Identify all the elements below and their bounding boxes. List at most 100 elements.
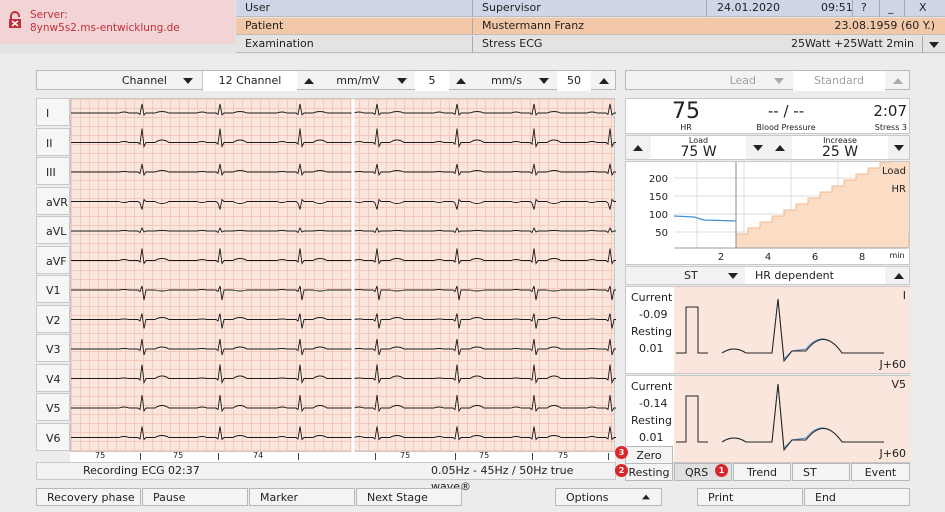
chevron-up-icon — [304, 78, 314, 84]
lead-button-avl[interactable]: aVL — [36, 216, 70, 244]
user-label: User — [245, 1, 271, 14]
mmmv-up-button[interactable] — [451, 71, 471, 91]
lead-button-v5[interactable]: V5 — [36, 393, 70, 421]
ecg-trace-v4 — [71, 364, 616, 385]
mmmv-down-button[interactable] — [392, 71, 412, 91]
beat-marker — [375, 453, 376, 460]
beat-marker — [532, 453, 533, 460]
bp-value: -- / -- — [767, 102, 805, 120]
mms-down-button[interactable] — [534, 71, 554, 91]
patient-name: Mustermann Franz — [472, 18, 772, 35]
hr-tick-label: 75 — [558, 451, 569, 460]
ecg-trace-iii — [71, 163, 616, 177]
lead-button-v4[interactable]: V4 — [36, 363, 70, 392]
minimize-button[interactable]: _ — [879, 0, 904, 17]
beat-marker — [298, 453, 299, 460]
chevron-down-icon — [774, 78, 784, 84]
lead-button-avr[interactable]: aVR — [36, 186, 70, 215]
st-down-button[interactable] — [723, 267, 743, 284]
patient-row: Patient Mustermann Franz 23.08.1959 (60 … — [236, 18, 945, 35]
load-down-button[interactable] — [747, 136, 769, 159]
lead-button-v1[interactable]: V1 — [36, 275, 70, 303]
mmmv-value[interactable]: 5 — [415, 71, 449, 91]
lead-button-avf[interactable]: aVF — [36, 245, 70, 274]
tab-resting[interactable]: Resting — [625, 463, 673, 481]
mmmv-label: mm/mV — [336, 74, 380, 87]
lead-down-button[interactable] — [769, 71, 789, 91]
tab-event[interactable]: Event — [851, 463, 910, 481]
user-value: Supervisor — [472, 0, 706, 17]
st-current-complex — [721, 383, 884, 452]
tab-st[interactable]: ST — [792, 463, 850, 481]
st-point: J+60 — [879, 358, 906, 371]
next-stage-button[interactable]: Next Stage — [356, 488, 462, 506]
lead-button-v2[interactable]: V2 — [36, 304, 70, 333]
chevron-up-icon — [456, 78, 466, 84]
channel-value[interactable]: 12 Channel — [202, 71, 297, 91]
chevron-down-icon — [183, 78, 193, 84]
server-host: 8ynw5s2.ms-entwicklung.de — [30, 22, 180, 34]
pause-button[interactable]: Pause — [142, 488, 248, 506]
trend-legend-load: Load — [882, 166, 906, 177]
hr-tick-label: 74 — [253, 451, 264, 460]
ecg-trace-avl — [71, 226, 616, 234]
beat-marker — [608, 453, 609, 460]
recovery-phase-button[interactable]: Recovery phase — [36, 488, 141, 506]
channel-down-button[interactable] — [178, 71, 198, 91]
increase-up-button[interactable] — [769, 136, 791, 159]
trend-svg: 200 150 100 50 2 4 6 8 min Load HR — [649, 162, 909, 263]
st-calibration-pulse — [676, 306, 708, 354]
recording-time: 02:37 — [168, 464, 200, 477]
time: 09:51 — [821, 1, 853, 14]
print-button[interactable]: Print — [697, 488, 803, 506]
vitals-panel: 75 HR -- / -- Blood Pressure 2:07 Stress… — [625, 98, 910, 134]
st-mode[interactable]: HR dependent — [745, 267, 885, 284]
chevron-up-icon — [894, 272, 904, 279]
chevron-down-icon — [894, 144, 904, 151]
chevron-up-icon — [893, 78, 903, 84]
current-value: -0.14 — [639, 397, 668, 410]
help-button[interactable]: ? — [852, 0, 879, 17]
lead-button-iii[interactable]: III — [36, 157, 70, 185]
lead-button-ii[interactable]: II — [36, 127, 70, 156]
close-button[interactable]: X — [904, 0, 945, 17]
lead-button-i[interactable]: I — [36, 98, 70, 126]
st-complex-svg — [676, 298, 884, 363]
tab-trend[interactable]: Trend — [733, 463, 791, 481]
channel-label: Channel — [121, 74, 167, 87]
qrs-badge: 1 — [715, 464, 728, 477]
channel-up-button[interactable] — [299, 71, 319, 91]
lead-label: Lead — [729, 74, 756, 87]
trend-y-tick: 100 — [649, 210, 668, 221]
st-complex-1: I J+60 — [674, 287, 910, 373]
options-button[interactable]: Options — [555, 488, 662, 506]
st-lead-name: I — [902, 289, 906, 302]
mms-value[interactable]: 50 — [557, 71, 591, 91]
mms-up-button[interactable] — [594, 71, 614, 91]
st-up-button[interactable] — [888, 267, 910, 284]
trend-x-tick: 8 — [859, 252, 865, 263]
trend-x-tick: 2 — [718, 252, 724, 263]
server-panel: Server: 8ynw5s2.ms-entwicklung.de — [0, 0, 235, 44]
ecg-trace-v6 — [71, 426, 616, 441]
zero-button[interactable]: Zero — [625, 446, 673, 464]
lead-button-v6[interactable]: V6 — [36, 422, 70, 451]
end-button[interactable]: End — [804, 488, 910, 506]
resting-value: 0.01 — [639, 342, 664, 355]
beat-marker — [140, 453, 141, 460]
load-up-button[interactable] — [626, 136, 650, 159]
chevron-down-icon — [728, 272, 738, 279]
marker-button[interactable]: Marker — [249, 488, 355, 506]
st-resting-complex — [721, 298, 884, 361]
lead-up-button[interactable] — [888, 71, 908, 91]
exam-row[interactable]: Examination Stress ECG 25Watt +25Watt 2m… — [236, 36, 945, 53]
increase-down-button[interactable] — [888, 136, 910, 159]
hr-tick-label: 75 — [95, 451, 106, 460]
lead-button-v3[interactable]: V3 — [36, 334, 70, 362]
st-resting-complex — [721, 383, 884, 450]
lead-value[interactable]: Standard — [793, 71, 885, 91]
exam-dropdown[interactable] — [922, 36, 945, 53]
hr-tick-label: 75 — [173, 451, 184, 460]
date: 24.01.2020 — [706, 0, 799, 17]
load-controls: Load 75 W Increase 25 W — [625, 135, 910, 160]
